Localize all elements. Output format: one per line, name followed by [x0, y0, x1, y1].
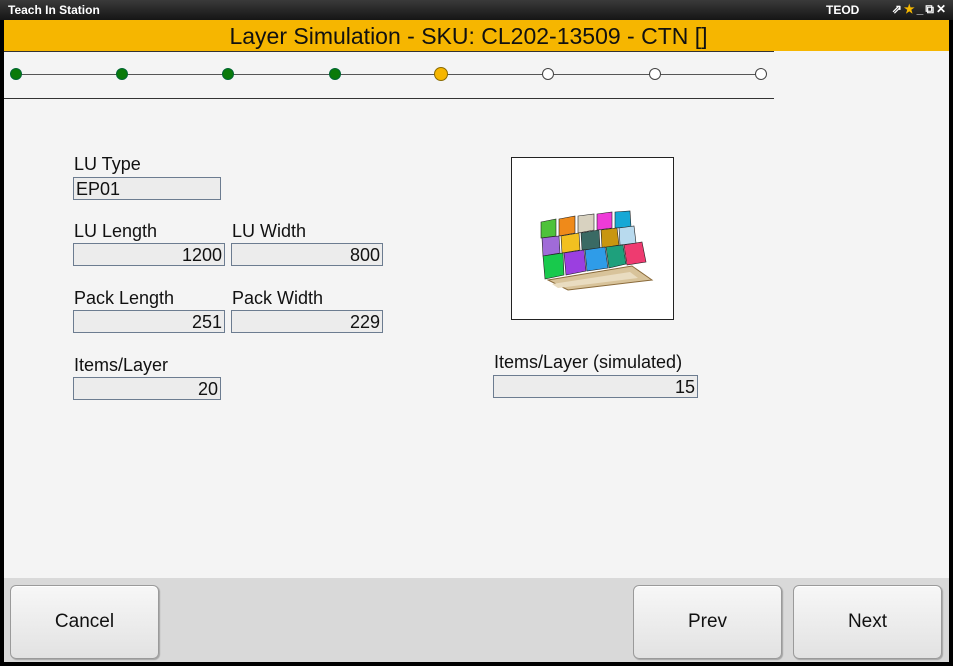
items-layer-label: Items/Layer: [74, 355, 169, 375]
star-icon[interactable]: ★: [904, 2, 916, 16]
step-progress: [4, 51, 774, 99]
title-bar: Teach In Station TEOD ⇗★_⧉✕: [0, 0, 953, 20]
page-title: Layer Simulation - SKU: CL202-13509 - CT…: [229, 23, 708, 49]
restore-icon[interactable]: ⧉: [925, 2, 935, 17]
pack-length-label: Pack Length: [74, 288, 175, 308]
step-dot-3: [222, 68, 234, 80]
step-dot-2: [116, 68, 128, 80]
window-title: Teach In Station: [8, 3, 100, 17]
footer-bar: Cancel Prev Next: [4, 578, 949, 662]
step-dot-4: [329, 68, 341, 80]
next-button[interactable]: Next: [793, 585, 942, 659]
layer-preview-image: [511, 157, 674, 320]
pin-icon[interactable]: ⇗: [892, 2, 903, 16]
prev-button[interactable]: Prev: [633, 585, 782, 659]
items-layer-field[interactable]: 20: [73, 377, 221, 400]
minimize-icon[interactable]: _: [917, 2, 925, 16]
lu-length-field[interactable]: 1200: [73, 243, 225, 266]
titlebar-right-label: TEOD: [826, 3, 860, 17]
lu-type-label: LU Type: [74, 154, 141, 174]
close-icon[interactable]: ✕: [936, 2, 947, 16]
window-controls: ⇗★_⧉✕: [891, 2, 947, 17]
lu-width-label: LU Width: [232, 221, 307, 241]
pallet-illustration: [540, 210, 654, 291]
step-dot-5-current: [434, 67, 448, 81]
pack-length-field[interactable]: 251: [73, 310, 225, 333]
pack-width-label: Pack Width: [232, 288, 324, 308]
pack-width-field[interactable]: 229: [231, 310, 383, 333]
lu-type-field[interactable]: EP01: [73, 177, 221, 200]
step-dot-7: [649, 68, 661, 80]
lu-width-field[interactable]: 800: [231, 243, 383, 266]
step-dot-8: [755, 68, 767, 80]
items-layer-simulated-label: Items/Layer (simulated): [494, 352, 683, 372]
step-dot-1: [10, 68, 22, 80]
lu-length-label: LU Length: [74, 221, 158, 241]
step-dot-6: [542, 68, 554, 80]
items-layer-simulated-field[interactable]: 15: [493, 375, 698, 398]
main-window: Layer Simulation - SKU: CL202-13509 - CT…: [4, 20, 949, 662]
page-header: Layer Simulation - SKU: CL202-13509 - CT…: [4, 20, 949, 51]
cancel-button[interactable]: Cancel: [10, 585, 159, 659]
